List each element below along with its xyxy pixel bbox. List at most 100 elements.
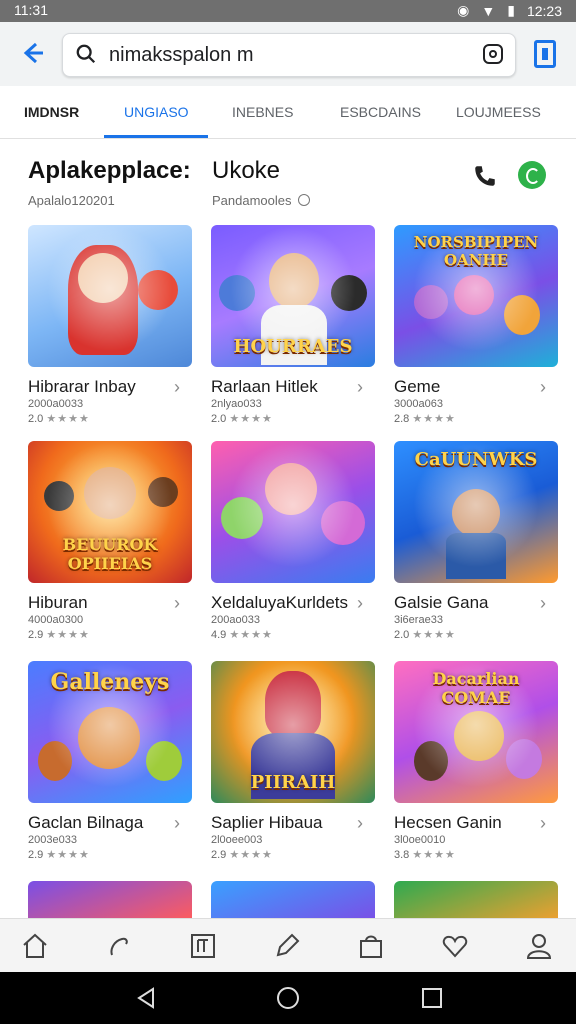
status-icons: ◉ ▼ ▮ 12:23 — [457, 2, 562, 19]
search-nav-icon[interactable] — [104, 931, 134, 961]
section-subtitle: Apalalo120201 — [28, 193, 115, 208]
category-tabs: IMDNSR UNGIASO INEBNES ESBCDAINS LOUJMEE… — [0, 86, 576, 139]
home-button-icon[interactable] — [276, 986, 300, 1010]
chevron-right-icon[interactable]: › — [540, 593, 546, 614]
recents-icon[interactable] — [420, 986, 444, 1010]
app-name: Hibrarar Inbay — [28, 377, 136, 396]
thumbnail-banner: NORSBIPIPEN OANHE — [413, 233, 539, 269]
app-card[interactable]: Hibrarar Inbay › 2000a0033 2.0 ★★★★ — [28, 225, 194, 435]
whatsapp-icon[interactable] — [518, 161, 546, 189]
app-thumbnail — [211, 441, 375, 583]
status-time: 11:31 — [14, 2, 48, 18]
app-rating: 2.9 ★★★★ — [28, 628, 90, 641]
bag-icon[interactable] — [356, 931, 386, 961]
home-icon[interactable] — [20, 931, 50, 961]
app-rating: 3.8 ★★★★ — [394, 848, 456, 861]
app-card[interactable]: Dacarlian COMAE Hecsen Ganin › 3l0oe0010… — [394, 661, 560, 871]
app-thumbnail: HOURRAES — [211, 225, 375, 367]
alarm-icon: ◉ — [457, 2, 470, 18]
thumbnail-banner: HOURRAES — [233, 336, 353, 357]
stars-icon: ★★★★ — [46, 413, 90, 425]
chevron-right-icon[interactable]: › — [540, 377, 546, 398]
rating-value: 2.0 — [394, 629, 410, 641]
stars-icon: ★★★★ — [412, 413, 456, 425]
app-name: Rarlaan Hitlek — [211, 377, 318, 396]
app-card[interactable]: HOURRAES Rarlaan Hitlek › 2nlyao033 2.0 … — [211, 225, 377, 435]
app-meta: 4000a0300 — [28, 614, 84, 626]
app-meta: 2l0oee003 — [211, 834, 263, 846]
profile-icon[interactable] — [534, 40, 556, 68]
system-navigation-bar — [0, 972, 576, 1024]
section-title: Aplakepplace: — [28, 157, 191, 184]
app-meta: 2000a0033 — [28, 398, 84, 410]
search-query: nimaksspalon m — [109, 44, 254, 66]
app-card[interactable]: XeldaluyaKurldets › 200ao033 4.9 ★★★★ — [211, 441, 377, 651]
stars-icon: ★★★★ — [229, 413, 273, 425]
app-rating: 2.0 ★★★★ — [28, 412, 90, 425]
app-card[interactable]: BEUUROK OPIIEIAS Hiburan › 4000a0300 2.9… — [28, 441, 194, 651]
tab-5[interactable]: LOUJMEESS — [456, 86, 541, 138]
thumbnail-banner: Dacarlian COMAE — [432, 669, 520, 707]
heart-icon[interactable] — [440, 931, 470, 961]
apps-icon[interactable] — [188, 931, 218, 961]
tab-2[interactable]: UNGIASO — [124, 86, 189, 138]
app-name: Hecsen Ganin — [394, 813, 502, 832]
stars-icon: ★★★★ — [229, 849, 273, 861]
app-meta: 3000a063 — [394, 398, 443, 410]
app-thumbnail: BEUUROK OPIIEIAS — [28, 441, 192, 583]
app-meta: 2nlyao033 — [211, 398, 262, 410]
app-name: Galsie Gana — [394, 593, 489, 612]
thumbnail-banner: PIIRAIH — [250, 772, 336, 793]
chevron-right-icon[interactable]: › — [174, 377, 180, 398]
thumbnail-banner: BEUUROK OPIIEIAS — [62, 535, 158, 573]
app-thumbnail — [28, 225, 192, 367]
chevron-right-icon[interactable]: › — [357, 813, 363, 834]
info-icon[interactable] — [297, 194, 310, 206]
app-thumbnail: CaUUNWKS — [394, 441, 558, 583]
phone-icon[interactable] — [472, 163, 498, 189]
chevron-right-icon[interactable]: › — [357, 377, 363, 398]
app-card[interactable]: NORSBIPIPEN OANHE Geme › 3000a063 2.8 ★★… — [394, 225, 560, 435]
stars-icon: ★★★★ — [46, 849, 90, 861]
chevron-right-icon[interactable]: › — [540, 813, 546, 834]
app-card[interactable]: PIIRAIH Saplier Hibaua › 2l0oee003 2.9 ★… — [211, 661, 377, 871]
app-thumbnail: Galleneys — [28, 661, 192, 803]
tab-1[interactable]: IMDNSR — [24, 86, 79, 138]
status-bar: 11:31 ◉ ▼ ▮ 12:23 — [0, 0, 576, 22]
app-rating: 2.9 ★★★★ — [28, 848, 90, 861]
chevron-right-icon[interactable]: › — [174, 813, 180, 834]
app-name: Saplier Hibaua — [211, 813, 323, 832]
back-arrow-icon[interactable] — [18, 39, 46, 67]
lens-icon[interactable] — [483, 44, 503, 64]
app-card[interactable]: CaUUNWKS Galsie Gana › 3i6erae33 2.0 ★★★… — [394, 441, 560, 651]
back-icon[interactable] — [134, 986, 158, 1010]
app-thumbnail-partial[interactable] — [211, 881, 375, 921]
app-card[interactable]: Galleneys Gaclan Bilnaga › 2003e033 2.9 … — [28, 661, 194, 871]
search-input[interactable]: nimaksspalon m — [62, 33, 516, 77]
edit-icon[interactable] — [272, 931, 302, 961]
app-meta: 2003e033 — [28, 834, 77, 846]
app-rating: 2.8 ★★★★ — [394, 412, 456, 425]
app-name: Geme — [394, 377, 441, 396]
app-meta: 3l0oe0010 — [394, 834, 446, 846]
account-icon[interactable] — [524, 931, 554, 961]
chevron-right-icon[interactable]: › — [174, 593, 180, 614]
app-rating: 2.0 ★★★★ — [394, 628, 456, 641]
section-title-right: Ukoke — [212, 157, 281, 184]
tab-3[interactable]: INEBNES — [232, 86, 293, 138]
bottom-navigation — [0, 918, 576, 973]
app-rating: 2.9 ★★★★ — [211, 848, 273, 861]
app-thumbnail-partial[interactable] — [394, 881, 558, 921]
app-thumbnail: Dacarlian COMAE — [394, 661, 558, 803]
battery-icon: ▮ — [507, 2, 515, 18]
thumbnail-banner: CaUUNWKS — [414, 449, 538, 470]
tab-4[interactable]: ESBCDAINS — [340, 86, 421, 138]
section-subtitle-right: Pandamooles — [212, 193, 310, 208]
active-tab-indicator — [104, 135, 208, 138]
stars-icon: ★★★★ — [229, 629, 273, 641]
app-thumbnail: PIIRAIH — [211, 661, 375, 803]
rating-value: 2.0 — [28, 413, 44, 425]
app-thumbnail-partial[interactable] — [28, 881, 192, 921]
wifi-icon: ▼ — [481, 2, 496, 19]
chevron-right-icon[interactable]: › — [357, 593, 363, 614]
